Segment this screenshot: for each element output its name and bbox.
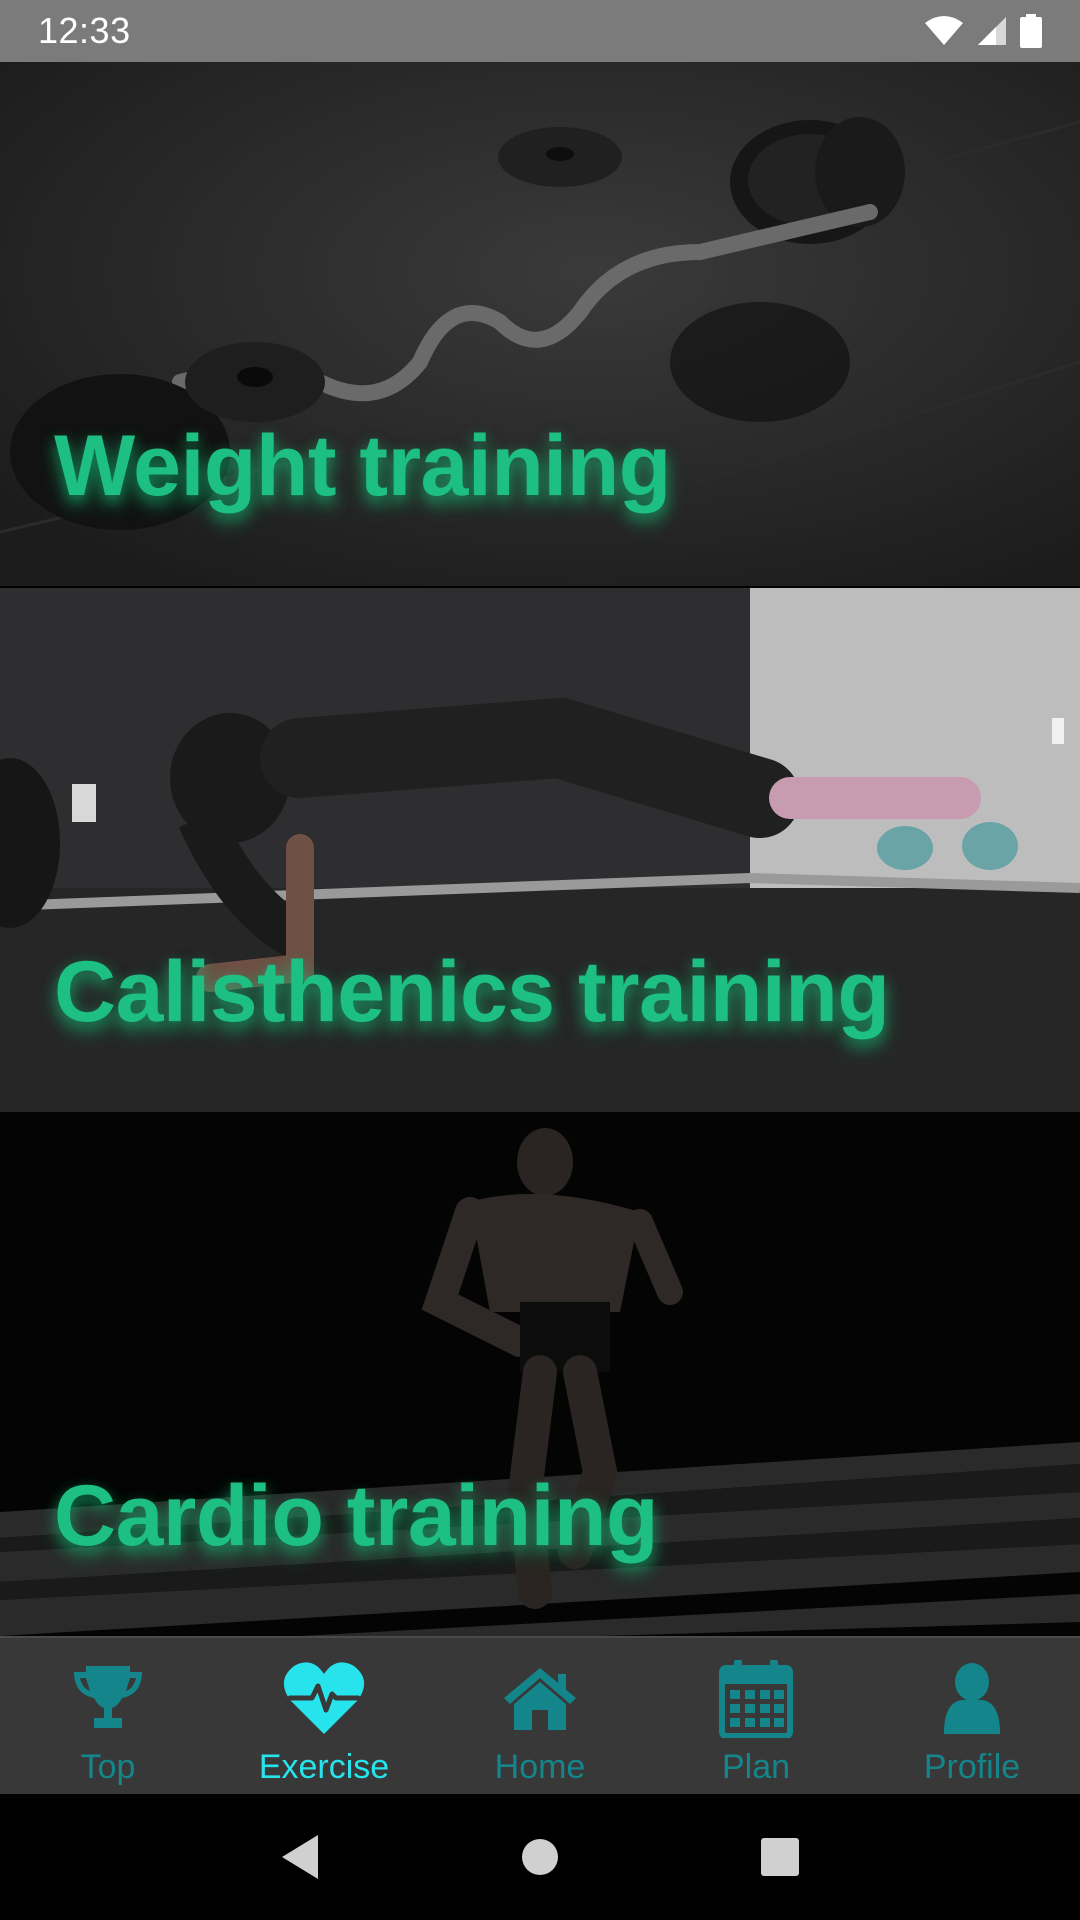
nav-label-profile: Profile [923,1748,1021,1786]
nav-item-profile[interactable]: Profile [864,1638,1080,1794]
back-button[interactable] [270,1827,330,1887]
home-icon [498,1656,582,1740]
signal-icon [978,17,1006,45]
nav-item-plan[interactable]: Plan [648,1638,864,1794]
calendar-icon [714,1656,798,1740]
weight-training-card[interactable]: Weight training [0,62,1080,586]
nav-label-home: Home [494,1748,586,1786]
trophy-icon [66,1656,150,1740]
cardio-training-card[interactable]: Cardio training [0,1112,1080,1636]
status-bar: 12:33 [0,0,1080,62]
nav-label-exercise: Exercise [258,1748,390,1786]
nav-item-exercise[interactable]: Exercise [216,1638,432,1794]
calisthenics-training-title: Calisthenics training [54,944,890,1040]
recents-icon [761,1838,799,1876]
weight-training-title: Weight training [54,418,671,514]
system-navigation-bar [0,1794,1080,1920]
back-icon [282,1835,318,1879]
cardio-training-title: Cardio training [54,1468,659,1564]
status-icons [924,14,1042,48]
wifi-icon [925,16,963,45]
nav-item-home[interactable]: Home [432,1638,648,1794]
person-icon [930,1656,1014,1740]
nav-item-top[interactable]: Top [0,1638,216,1794]
recents-button[interactable] [750,1827,810,1887]
heartbeat-icon [282,1656,366,1740]
bottom-navigation: Top Exercise Home Plan Profile [0,1636,1080,1794]
status-time: 12:33 [38,10,131,51]
nav-label-plan: Plan [721,1748,791,1786]
home-button[interactable] [510,1827,570,1887]
calisthenics-training-card[interactable]: Calisthenics training [0,588,1080,1112]
battery-icon [1020,14,1042,48]
nav-label-top: Top [80,1748,136,1786]
home-circle-icon [522,1839,558,1875]
